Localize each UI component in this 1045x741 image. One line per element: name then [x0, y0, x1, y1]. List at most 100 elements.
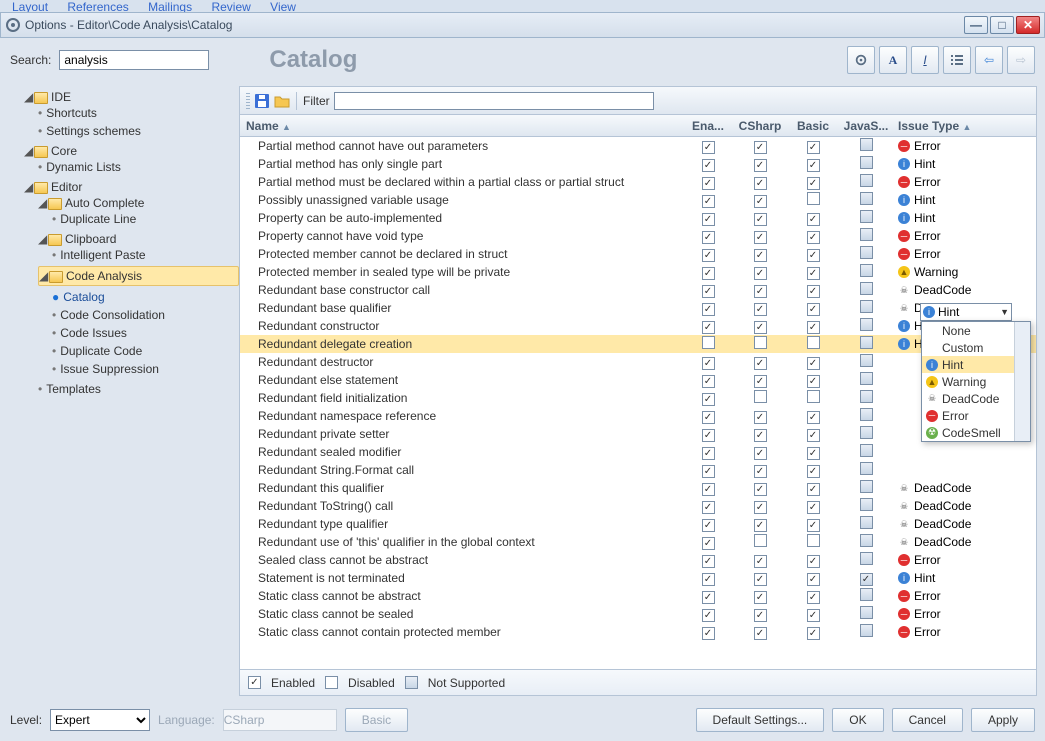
table-row[interactable]: Statement is not terminated iHint [240, 569, 1036, 587]
javascript-checkbox[interactable] [860, 588, 873, 601]
apply-button[interactable]: Apply [971, 708, 1035, 732]
table-row[interactable]: Redundant field initialization [240, 389, 1036, 407]
basic-checkbox[interactable] [807, 465, 820, 478]
table-row[interactable]: Redundant sealed modifier [240, 443, 1036, 461]
basic-checkbox[interactable] [807, 192, 820, 205]
table-row[interactable]: Redundant else statement [240, 371, 1036, 389]
enabled-checkbox[interactable] [702, 411, 715, 424]
table-row[interactable]: Protected member cannot be declared in s… [240, 245, 1036, 263]
csharp-checkbox[interactable] [754, 555, 767, 568]
basic-checkbox[interactable] [807, 591, 820, 604]
csharp-checkbox[interactable] [754, 429, 767, 442]
tree-item[interactable]: •Intelligent Paste [52, 246, 239, 264]
basic-checkbox[interactable] [807, 627, 820, 640]
table-row[interactable]: Partial method cannot have out parameter… [240, 137, 1036, 155]
enabled-checkbox[interactable] [702, 429, 715, 442]
table-row[interactable]: Redundant base qualifier ☠DeadCode [240, 299, 1036, 317]
enabled-checkbox[interactable] [702, 285, 715, 298]
csharp-checkbox[interactable] [754, 141, 767, 154]
table-row[interactable]: Redundant type qualifier ☠DeadCode [240, 515, 1036, 533]
csharp-checkbox[interactable] [754, 321, 767, 334]
menu-item[interactable]: Layout [4, 0, 56, 12]
enabled-checkbox[interactable] [702, 267, 715, 280]
basic-checkbox[interactable] [807, 555, 820, 568]
basic-checkbox[interactable] [807, 519, 820, 532]
enabled-checkbox[interactable] [702, 357, 715, 370]
italic-button[interactable]: I [911, 46, 939, 74]
table-row[interactable]: Redundant String.Format call [240, 461, 1036, 479]
basic-checkbox[interactable] [807, 321, 820, 334]
scrollbar[interactable] [1014, 322, 1030, 441]
tree-item-templates[interactable]: •Templates [38, 380, 239, 398]
csharp-checkbox[interactable] [754, 447, 767, 460]
table-row[interactable]: Redundant namespace reference [240, 407, 1036, 425]
enabled-checkbox[interactable] [702, 231, 715, 244]
default-settings-button[interactable]: Default Settings... [696, 708, 825, 732]
basic-checkbox[interactable] [807, 447, 820, 460]
col-csharp[interactable]: CSharp [732, 119, 788, 133]
csharp-checkbox[interactable] [754, 534, 767, 547]
csharp-checkbox[interactable] [754, 195, 767, 208]
javascript-checkbox[interactable] [860, 444, 873, 457]
basic-checkbox[interactable] [807, 303, 820, 316]
basic-checkbox[interactable] [807, 249, 820, 262]
csharp-checkbox[interactable] [754, 390, 767, 403]
tree-item[interactable]: •Duplicate Line [52, 210, 239, 228]
search-input[interactable] [59, 50, 209, 70]
enabled-checkbox[interactable] [702, 447, 715, 460]
enabled-checkbox[interactable] [702, 336, 715, 349]
table-row[interactable]: Property cannot have void type －Error [240, 227, 1036, 245]
csharp-checkbox[interactable] [754, 609, 767, 622]
menu-item[interactable]: Mailings [140, 0, 200, 12]
javascript-checkbox[interactable] [860, 480, 873, 493]
enabled-checkbox[interactable] [702, 249, 715, 262]
tree-item[interactable]: •Duplicate Code [52, 342, 239, 360]
enabled-checkbox[interactable] [702, 465, 715, 478]
enabled-checkbox[interactable] [702, 519, 715, 532]
javascript-checkbox[interactable] [860, 462, 873, 475]
table-row[interactable]: Static class cannot be abstract －Error [240, 587, 1036, 605]
javascript-checkbox[interactable] [860, 390, 873, 403]
basic-button[interactable]: Basic [345, 708, 408, 732]
enabled-checkbox[interactable] [702, 213, 715, 226]
enabled-checkbox[interactable] [702, 501, 715, 514]
minimize-button[interactable]: — [964, 16, 988, 34]
javascript-checkbox[interactable] [860, 573, 873, 586]
javascript-checkbox[interactable] [860, 336, 873, 349]
tree-item[interactable]: •Code Issues [52, 324, 239, 342]
enabled-checkbox[interactable] [702, 159, 715, 172]
javascript-checkbox[interactable] [860, 174, 873, 187]
tree-item[interactable]: •Shortcuts [38, 104, 239, 122]
basic-checkbox[interactable] [807, 357, 820, 370]
basic-checkbox[interactable] [807, 390, 820, 403]
javascript-checkbox[interactable] [860, 264, 873, 277]
enabled-checkbox[interactable] [702, 321, 715, 334]
table-row[interactable]: Static class cannot be sealed －Error [240, 605, 1036, 623]
basic-checkbox[interactable] [807, 501, 820, 514]
csharp-checkbox[interactable] [754, 357, 767, 370]
enabled-checkbox[interactable] [702, 303, 715, 316]
col-javascript[interactable]: JavaS... [838, 119, 894, 133]
javascript-checkbox[interactable] [860, 498, 873, 511]
issuetype-editor[interactable]: i Hint ▼ [920, 303, 1012, 321]
basic-checkbox[interactable] [807, 609, 820, 622]
table-row[interactable]: Redundant use of 'this' qualifier in the… [240, 533, 1036, 551]
javascript-checkbox[interactable] [860, 210, 873, 223]
javascript-checkbox[interactable] [860, 534, 873, 547]
enabled-checkbox[interactable] [702, 141, 715, 154]
basic-checkbox[interactable] [807, 375, 820, 388]
javascript-checkbox[interactable] [860, 516, 873, 529]
javascript-checkbox[interactable] [860, 300, 873, 313]
table-row[interactable]: Property can be auto-implemented iHint [240, 209, 1036, 227]
javascript-checkbox[interactable] [860, 228, 873, 241]
tree-node-clipboard[interactable]: ◢Clipboard •Intelligent Paste [38, 230, 239, 266]
enabled-checkbox[interactable] [702, 393, 715, 406]
menu-item[interactable]: References [59, 0, 136, 12]
table-row[interactable]: Static class cannot contain protected me… [240, 623, 1036, 641]
tree-item-catalog[interactable]: ●Catalog [52, 288, 239, 306]
tree-item[interactable]: •Code Consolidation [52, 306, 239, 324]
table-row[interactable]: Possibly unassigned variable usage iHint [240, 191, 1036, 209]
csharp-checkbox[interactable] [754, 483, 767, 496]
tree-item[interactable]: •Issue Suppression [52, 360, 239, 378]
csharp-checkbox[interactable] [754, 303, 767, 316]
